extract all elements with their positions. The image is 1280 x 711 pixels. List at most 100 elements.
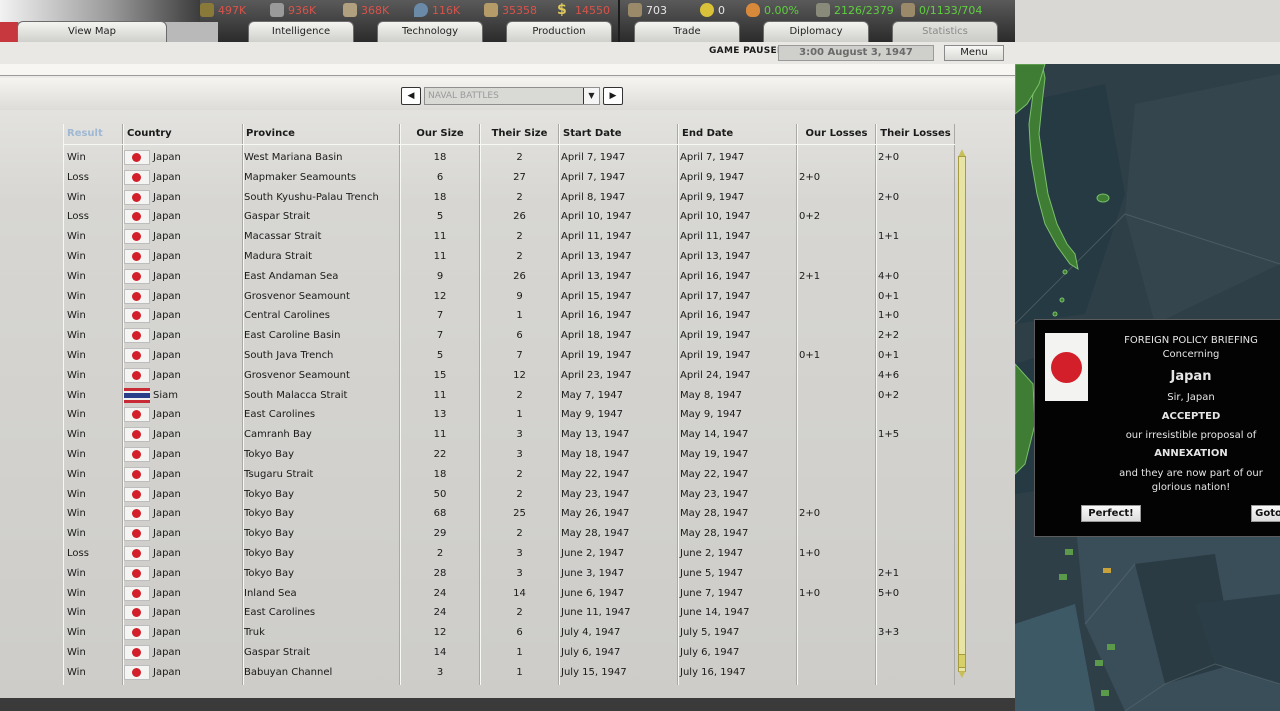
cell-end-date: July 16, 1947 <box>680 666 746 678</box>
tab-statistics[interactable]: Statistics <box>892 21 998 42</box>
column-header-start-date[interactable]: Start Date <box>563 124 622 144</box>
table-row[interactable]: Win Japan East Andaman Sea 9 26 April 13, 194… <box>63 267 955 287</box>
cell-our-size: 11 <box>433 429 447 441</box>
cell-result: Win <box>67 468 86 480</box>
cell-province: Tokyo Bay <box>244 548 295 559</box>
cell-their-size: 27 <box>513 171 526 183</box>
table-row[interactable]: Win Siam South Malacca Strait 11 2 May 7, 194… <box>63 386 955 406</box>
japan-flag-icon <box>124 268 150 284</box>
column-header-province[interactable]: Province <box>246 124 295 144</box>
japan-flag-icon <box>124 288 150 304</box>
cell-their-size: 2 <box>516 152 523 163</box>
cell-start-date: April 13, 1947 <box>561 251 632 262</box>
cell-their-size: 2 <box>516 251 523 262</box>
table-row[interactable]: Win Japan Macassar Strait 11 2 April 11, 1947… <box>63 227 955 247</box>
table-row[interactable]: Win Japan Grosvenor Seamount 15 12 April 23, … <box>63 366 955 386</box>
table-row[interactable]: Win Japan South Kyushu-Palau Trench 18 2 Apri… <box>63 188 955 208</box>
table-row[interactable]: Win Japan Central Carolines 7 1 April 16, 194… <box>63 306 955 326</box>
cell-start-date: May 22, 1947 <box>561 468 630 480</box>
menu-button[interactable]: Menu <box>944 45 1004 61</box>
cell-their-size: 12 <box>513 369 526 381</box>
table-row[interactable]: Loss Japan Mapmaker Seamounts 6 27 April 7, 1… <box>63 168 955 188</box>
cell-end-date: April 10, 1947 <box>680 211 751 223</box>
table-row[interactable]: Win Japan Tokyo Bay 68 25 May 26, 1947 May 28,… <box>63 504 955 524</box>
escort-icon <box>901 3 915 17</box>
cell-end-date: May 28, 1947 <box>680 528 749 540</box>
cell-their-losses: 0+1 <box>878 350 900 361</box>
cell-result: Win <box>67 350 86 361</box>
table-row[interactable]: Win Japan Tsugaru Strait 18 2 May 22, 1947 May… <box>63 465 955 485</box>
goto-button[interactable]: Goto <box>1251 505 1280 522</box>
column-header-our-size[interactable]: Our Size <box>400 124 480 144</box>
scrollbar-track[interactable] <box>958 156 966 672</box>
table-row[interactable]: Win Japan Madura Strait 11 2 April 13, 1947 Ap… <box>63 247 955 267</box>
briefing-country: Japan <box>1170 369 1212 384</box>
column-header-their-losses[interactable]: Their Losses <box>876 124 955 144</box>
table-row[interactable]: Win Japan East Carolines 13 1 May 9, 1947 May … <box>63 405 955 425</box>
scrollbar-thumb[interactable] <box>958 654 966 668</box>
cell-our-size: 24 <box>433 587 447 599</box>
table-row[interactable]: Win Japan East Carolines 24 2 June 11, 1947 Ju… <box>63 603 955 623</box>
cell-their-losses: 4+0 <box>878 270 900 282</box>
cell-our-size: 2 <box>436 548 444 559</box>
cell-their-size: 6 <box>516 330 523 342</box>
cell-country: Japan <box>153 310 181 322</box>
cell-their-size: 2 <box>516 528 523 540</box>
cell-end-date: May 8, 1947 <box>680 389 743 401</box>
table-row[interactable]: Win Japan Truk 12 6 July 4, 1947 July 5, 1947 3… <box>63 623 955 643</box>
tab-view-map[interactable]: View Map <box>17 21 167 42</box>
cell-province: South Kyushu-Palau Trench <box>244 191 379 203</box>
cell-our-size: 18 <box>433 191 447 203</box>
column-header-country[interactable]: Country <box>127 124 172 144</box>
category-select[interactable]: NAVAL BATTLES ▼ <box>424 87 600 105</box>
scroll-down-icon[interactable]: ▼ <box>956 670 968 680</box>
column-header-end-date[interactable]: End Date <box>682 124 733 144</box>
next-category-button[interactable]: ▶ <box>603 87 623 105</box>
table-row[interactable]: Win Japan West Mariana Basin 18 2 April 7, 19… <box>63 148 955 168</box>
table-row[interactable]: Win Japan Tokyo Bay 22 3 May 18, 1947 May 19, … <box>63 445 955 465</box>
cell-their-losses: 2+0 <box>878 191 900 203</box>
table-row[interactable]: Loss Japan Tokyo Bay 2 3 June 2, 1947 June 2, … <box>63 544 955 564</box>
column-header-their-size[interactable]: Their Size <box>480 124 559 144</box>
table-row[interactable]: Win Japan Tokyo Bay 29 2 May 28, 1947 May 28, … <box>63 524 955 544</box>
table-row[interactable]: Loss Japan Gaspar Strait 5 26 April 10, 1947 A… <box>63 207 955 227</box>
tab-diplomacy[interactable]: Diplomacy <box>763 21 869 42</box>
table-row[interactable]: Win Japan Tokyo Bay 50 2 May 23, 1947 May 23, … <box>63 485 955 505</box>
cell-their-size: 3 <box>516 429 523 441</box>
cell-country: Japan <box>153 330 181 342</box>
perfect-button[interactable]: Perfect! <box>1081 505 1141 522</box>
cell-country: Japan <box>153 231 181 243</box>
table-row[interactable]: Win Japan Gaspar Strait 14 1 July 6, 1947 July… <box>63 643 955 663</box>
cell-end-date: April 24, 1947 <box>680 369 751 381</box>
table-scrollbar[interactable]: ▲ ▼ <box>956 148 968 680</box>
cell-result: Loss <box>67 211 89 223</box>
cell-province: Tokyo Bay <box>244 449 295 460</box>
cell-end-date: April 9, 1947 <box>680 171 745 183</box>
table-row[interactable]: Win Japan Tokyo Bay 28 3 June 3, 1947 June 5, … <box>63 564 955 584</box>
cell-our-losses: 2+0 <box>799 508 821 520</box>
cell-their-size: 2 <box>516 488 523 500</box>
tab-intelligence[interactable]: Intelligence <box>248 21 354 42</box>
table-row[interactable]: Win Japan South Java Trench 5 7 April 19, 194… <box>63 346 955 366</box>
cell-our-size: 14 <box>433 647 447 658</box>
table-row[interactable]: Win Japan Grosvenor Seamount 12 9 April 15, 1… <box>63 287 955 307</box>
cell-our-size: 7 <box>436 330 444 342</box>
table-row[interactable]: Win Japan Babuyan Channel 3 1 July 15, 1947 Ju… <box>63 663 955 683</box>
column-header-result[interactable]: Result <box>67 124 103 144</box>
tab-technology[interactable]: Technology <box>377 21 483 42</box>
briefing-line3: glorious nation! <box>1151 482 1231 493</box>
table-row[interactable]: Win Japan East Caroline Basin 7 6 April 18, 1… <box>63 326 955 346</box>
column-header-our-losses[interactable]: Our Losses <box>797 124 876 144</box>
rare-materials-resource: 368K <box>343 2 389 18</box>
chevron-down-icon[interactable]: ▼ <box>583 88 599 104</box>
manpower-resource: 703 <box>628 2 667 18</box>
cell-our-size: 12 <box>433 627 447 639</box>
table-row[interactable]: Win Japan Inland Sea 24 14 June 6, 1947 June 7… <box>63 584 955 604</box>
cell-province: East Carolines <box>244 409 316 421</box>
prev-category-button[interactable]: ◀ <box>401 87 421 105</box>
cell-province: Babuyan Channel <box>244 666 333 678</box>
tab-production[interactable]: Production <box>506 21 612 42</box>
tab-trade[interactable]: Trade <box>634 21 740 42</box>
cell-result: Win <box>67 152 86 163</box>
table-row[interactable]: Win Japan Camranh Bay 11 3 May 13, 1947 May 14… <box>63 425 955 445</box>
